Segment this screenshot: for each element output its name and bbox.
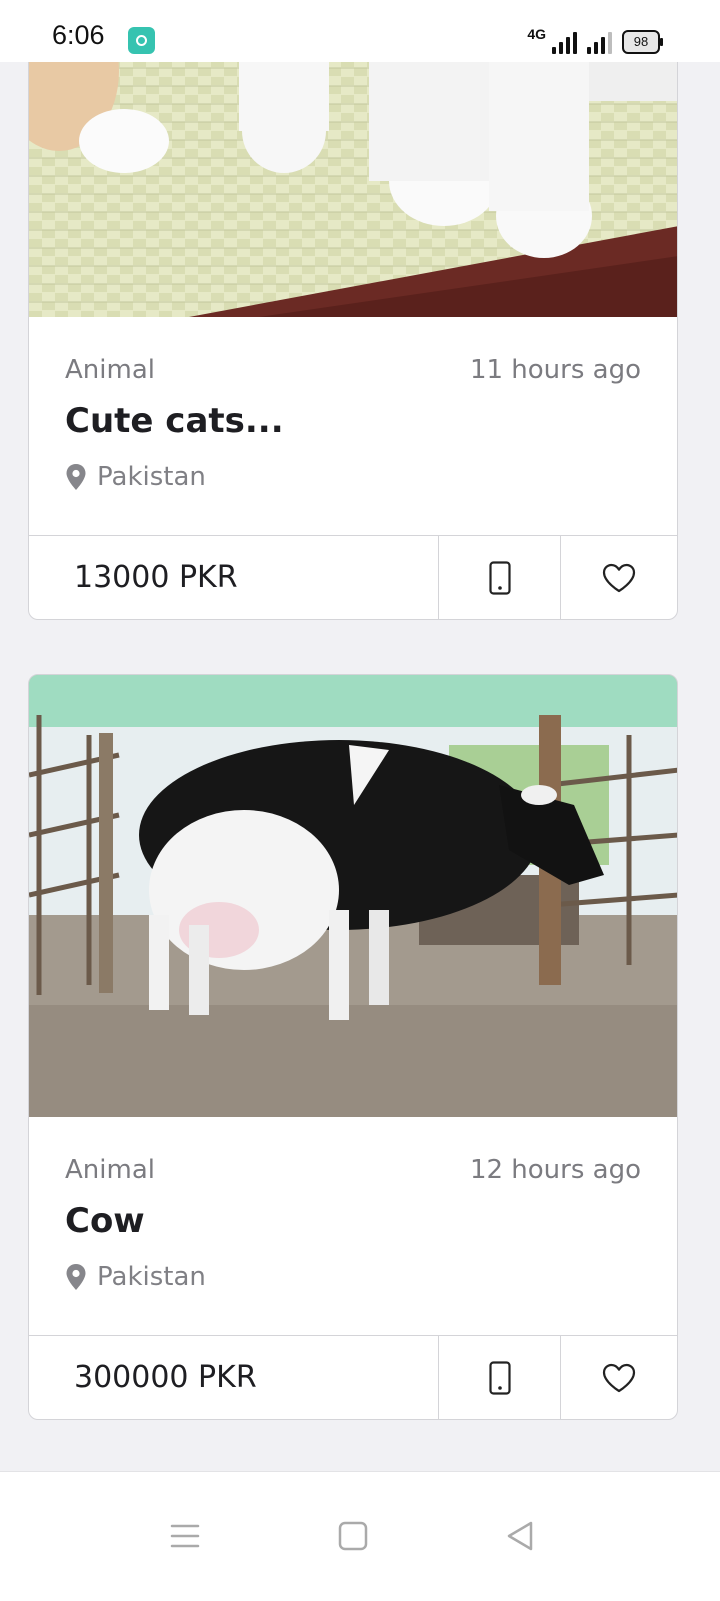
nav-back-button[interactable]: [490, 1506, 550, 1566]
listing-time: 11 hours ago: [469, 355, 641, 385]
listing-title: Cute cats...: [65, 401, 284, 441]
nav-home-button[interactable]: [323, 1506, 383, 1566]
map-pin-icon: [66, 464, 86, 490]
system-nav-bar: [0, 1471, 720, 1601]
heart-icon: [602, 563, 636, 592]
signal-icon-sim2: [587, 32, 612, 54]
listing-details: Animal 11 hours ago Cute cats... Pakista…: [29, 317, 677, 537]
favorite-button[interactable]: [561, 536, 677, 619]
signal-icon-sim1: [552, 32, 577, 54]
nav-menu-button[interactable]: [155, 1506, 215, 1566]
map-pin-icon: [66, 1264, 86, 1290]
listing-footer: 300000 PKR: [29, 1335, 677, 1419]
menu-icon: [170, 1524, 200, 1548]
listing-image[interactable]: [29, 41, 677, 317]
network-type-label: 4G: [527, 26, 546, 42]
home-square-icon: [338, 1521, 368, 1551]
status-indicators: 4G 98: [527, 26, 663, 54]
listing-card[interactable]: Animal 11 hours ago Cute cats... Pakista…: [28, 40, 678, 620]
listing-time: 12 hours ago: [469, 1155, 641, 1185]
cats-photo: [29, 41, 677, 317]
call-button[interactable]: [439, 1336, 561, 1419]
listing-image[interactable]: [29, 675, 677, 1117]
battery-icon: 98: [622, 30, 663, 54]
listing-footer: 13000 PKR: [29, 535, 677, 619]
listing-location: Pakistan: [65, 1262, 206, 1292]
heart-icon: [602, 1363, 636, 1392]
status-bar: 6:06 4G 98: [0, 0, 720, 62]
listing-details: Animal 12 hours ago Cow Pakistan: [29, 1117, 677, 1337]
back-triangle-icon: [507, 1521, 533, 1551]
phone-icon: [488, 1360, 511, 1395]
phone-icon: [488, 560, 511, 595]
listing-card[interactable]: Animal 12 hours ago Cow Pakistan 300000 …: [28, 674, 678, 1420]
status-time: 6:06: [52, 20, 105, 50]
listing-location: Pakistan: [65, 462, 206, 492]
listing-price: 300000 PKR: [29, 1336, 439, 1419]
cow-photo: [29, 675, 677, 1117]
favorite-button[interactable]: [561, 1336, 677, 1419]
listing-category: Animal: [65, 355, 155, 385]
listing-title: Cow: [65, 1201, 145, 1241]
call-button[interactable]: [439, 536, 561, 619]
app-notification-icon: [128, 27, 155, 54]
battery-level: 98: [633, 34, 649, 49]
listing-price: 13000 PKR: [29, 536, 439, 619]
location-label: Pakistan: [97, 1262, 206, 1292]
listing-category: Animal: [65, 1155, 155, 1185]
location-label: Pakistan: [97, 462, 206, 492]
